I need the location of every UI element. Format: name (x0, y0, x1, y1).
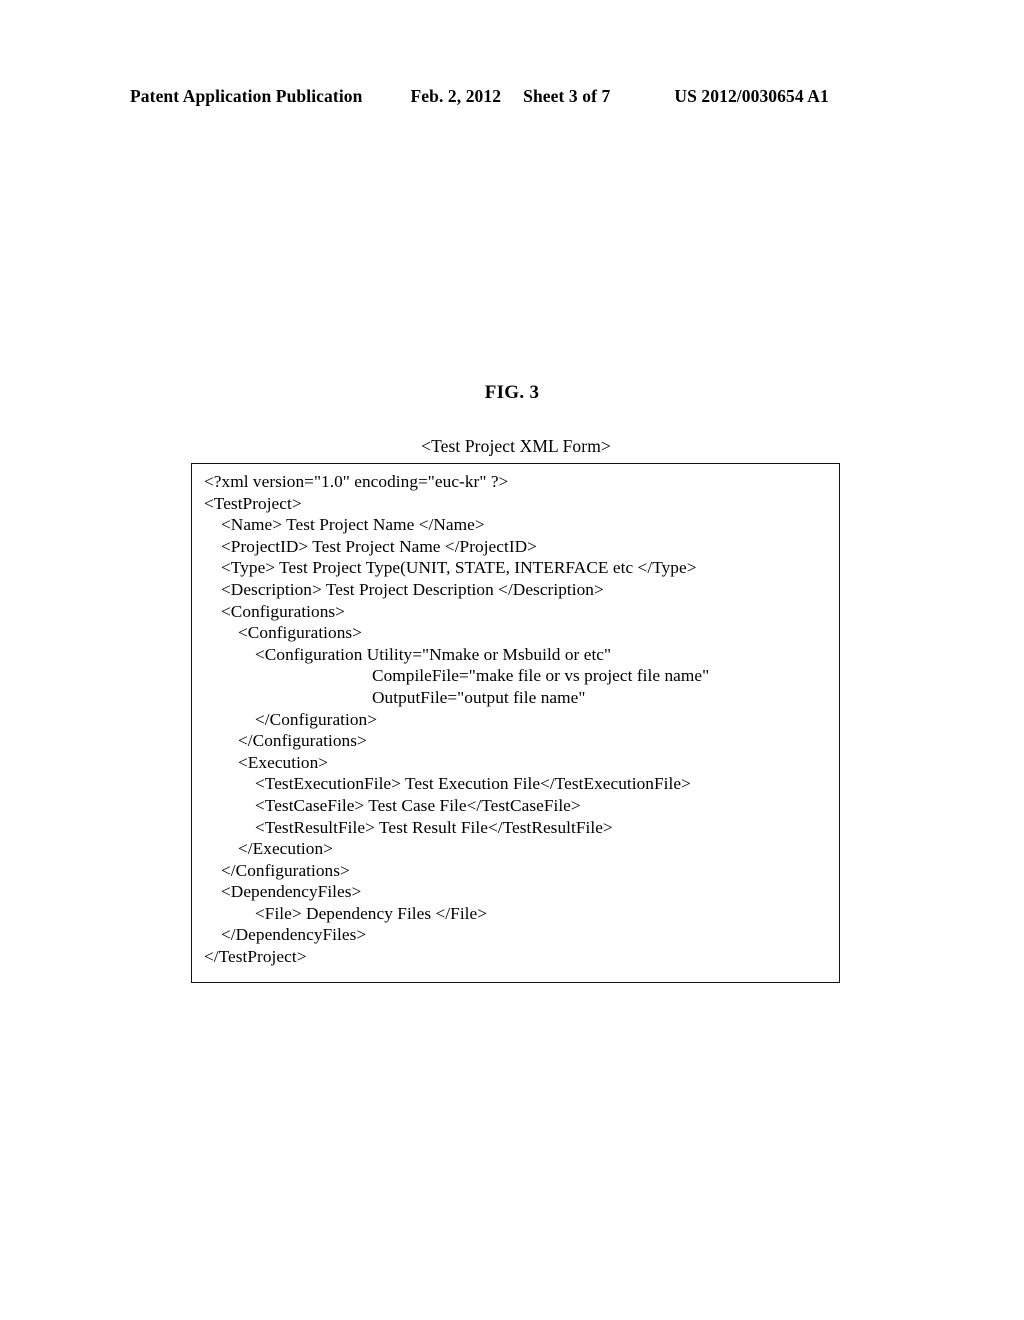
xml-listing-content: <?xml version="1.0" encoding="euc-kr" ?>… (192, 464, 839, 968)
xml-line: </TestProject> (204, 947, 307, 967)
xml-line: <TestCaseFile> Test Case File</TestCaseF… (255, 795, 581, 815)
xml-line: <Execution> (238, 752, 329, 772)
xml-line: <Type> Test Project Type(UNIT, STATE, IN… (221, 558, 697, 578)
xml-line: </Execution> (238, 839, 333, 859)
xml-listing-box: <?xml version="1.0" encoding="euc-kr" ?>… (191, 463, 840, 983)
header-publication-label: Patent Application Publication (130, 86, 363, 106)
xml-line: <Configuration Utility="Nmake or Msbuild… (255, 644, 612, 664)
xml-line: <ProjectID> Test Project Name </ProjectI… (221, 536, 537, 556)
xml-line: <File> Dependency Files </File> (255, 903, 488, 923)
header-publication-date: Feb. 2, 2012 (410, 86, 502, 106)
xml-line: <Configurations> (238, 623, 362, 643)
xml-line: <TestExecutionFile> Test Execution File<… (255, 774, 691, 794)
xml-line: CompileFile="make file or vs project fil… (372, 666, 710, 686)
xml-line: <Description> Test Project Description <… (221, 579, 604, 599)
xml-line: </Configuration> (255, 709, 378, 729)
xml-line: </DependencyFiles> (221, 925, 367, 945)
xml-line: <Configurations> (221, 601, 345, 621)
header-sheet-number: Sheet 3 of 7 (523, 86, 611, 106)
xml-line: <TestProject> (204, 493, 302, 513)
figure-caption: <Test Project XML Form> (421, 436, 611, 456)
xml-line: <Name> Test Project Name </Name> (221, 515, 485, 535)
xml-line: OutputFile="output file name" (372, 687, 586, 707)
xml-line: <?xml version="1.0" encoding="euc-kr" ?> (204, 472, 509, 491)
xml-line: <TestResultFile> Test Result File</TestR… (255, 817, 613, 837)
xml-line: </Configurations> (221, 860, 350, 880)
xml-line: <DependencyFiles> (221, 882, 362, 902)
xml-line: </Configurations> (238, 731, 367, 751)
figure-label: FIG. 3 (484, 382, 540, 403)
header-document-number: US 2012/0030654 A1 (674, 86, 829, 106)
page-header: Patent Application Publication Feb. 2, 2… (130, 86, 890, 107)
